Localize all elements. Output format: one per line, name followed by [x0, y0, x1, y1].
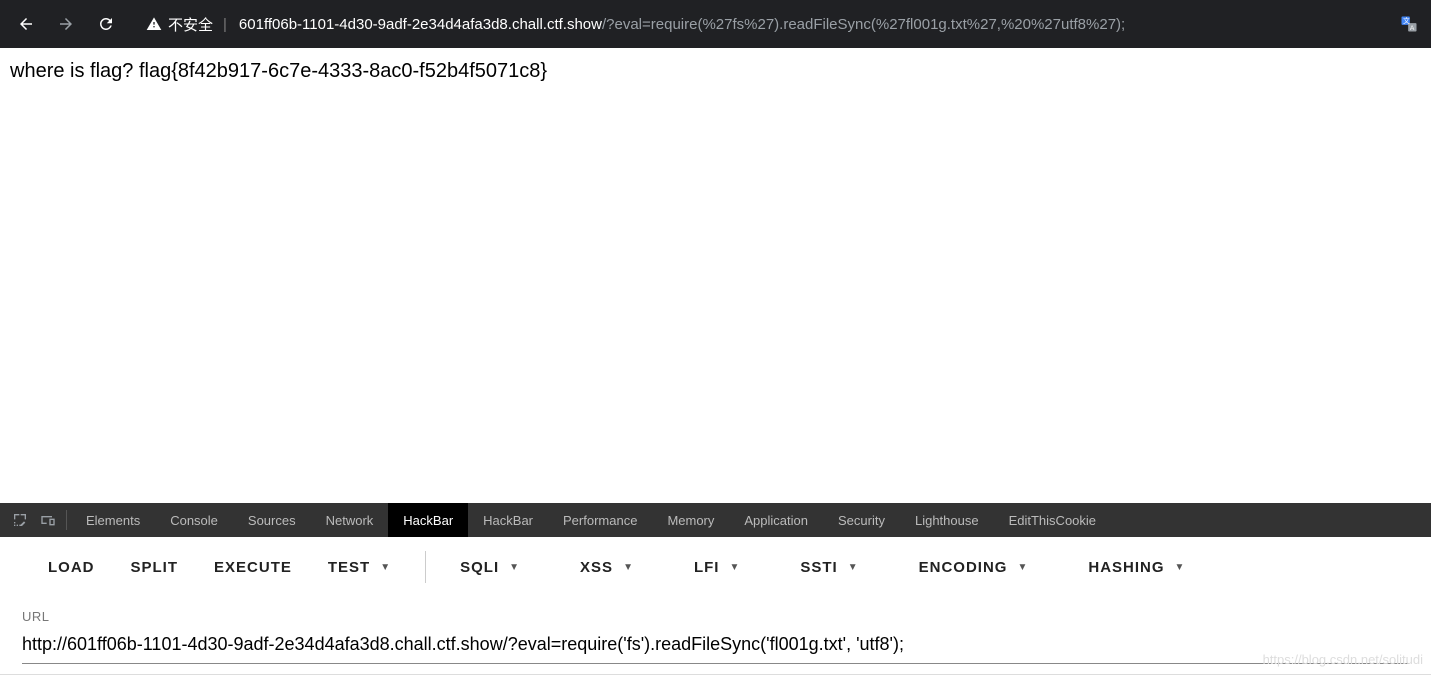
lfi-dropdown[interactable]: LFI▼ — [676, 547, 758, 587]
browser-address-bar: 不安全 | 601ff06b-1101-4d30-9adf-2e34d4afa3… — [0, 0, 1431, 48]
watermark: https://blog.csdn.net/solitudi — [1263, 652, 1423, 667]
encoding-dropdown[interactable]: ENCODING▼ — [901, 547, 1047, 587]
page-body-text: where is flag? flag{8f42b917-6c7e-4333-8… — [10, 60, 547, 82]
hackbar-panel: LOAD SPLIT EXECUTE TEST▼ SQLI▼ XSS▼ LFI▼… — [0, 537, 1431, 675]
devtools-panel: Elements Console Sources Network HackBar… — [0, 503, 1431, 675]
xss-dropdown[interactable]: XSS▼ — [562, 547, 652, 587]
reload-button[interactable] — [88, 6, 124, 42]
url-input[interactable] — [22, 628, 1409, 664]
back-button[interactable] — [8, 6, 44, 42]
device-icon — [40, 512, 56, 528]
tab-network[interactable]: Network — [311, 503, 389, 537]
tab-sources[interactable]: Sources — [233, 503, 311, 537]
sqli-dropdown[interactable]: SQLI▼ — [442, 547, 538, 587]
hackbar-url-section: URL — [0, 597, 1431, 674]
warning-icon — [146, 16, 162, 32]
device-toggle-button[interactable] — [34, 503, 62, 537]
tab-performance[interactable]: Performance — [548, 503, 652, 537]
ssti-dropdown[interactable]: SSTI▼ — [782, 547, 876, 587]
tab-memory[interactable]: Memory — [652, 503, 729, 537]
inspect-button[interactable] — [6, 503, 34, 537]
tab-console[interactable]: Console — [155, 503, 233, 537]
caret-down-icon: ▼ — [1017, 562, 1028, 573]
tab-security[interactable]: Security — [823, 503, 900, 537]
tab-application[interactable]: Application — [729, 503, 823, 537]
separator — [66, 510, 67, 530]
caret-down-icon: ▼ — [1175, 562, 1186, 573]
hashing-dropdown[interactable]: HASHING▼ — [1070, 547, 1203, 587]
hackbar-toolbar: LOAD SPLIT EXECUTE TEST▼ SQLI▼ XSS▼ LFI▼… — [0, 537, 1431, 597]
caret-down-icon: ▼ — [380, 562, 391, 573]
arrow-left-icon — [17, 15, 35, 33]
inspect-icon — [12, 512, 28, 528]
separator — [425, 551, 426, 583]
arrow-right-icon — [57, 15, 75, 33]
page-content: where is flag? flag{8f42b917-6c7e-4333-8… — [0, 48, 1431, 472]
tab-hackbar[interactable]: HackBar — [388, 503, 468, 537]
caret-down-icon: ▼ — [729, 562, 740, 573]
svg-text:文: 文 — [1403, 16, 1410, 25]
insecure-label: 不安全 — [168, 14, 213, 35]
translate-icon: 文A — [1399, 14, 1419, 34]
tab-editthiscookie[interactable]: EditThisCookie — [994, 503, 1111, 537]
separator: | — [223, 16, 227, 33]
caret-down-icon: ▼ — [623, 562, 634, 573]
insecure-badge: 不安全 | — [146, 14, 231, 35]
reload-icon — [97, 15, 115, 33]
translate-button[interactable]: 文A — [1395, 10, 1423, 38]
tab-hackbar-2[interactable]: HackBar — [468, 503, 548, 537]
svg-text:A: A — [1410, 25, 1415, 32]
url-bar[interactable]: 不安全 | 601ff06b-1101-4d30-9adf-2e34d4afa3… — [136, 9, 1379, 39]
split-button[interactable]: SPLIT — [113, 547, 197, 587]
tab-lighthouse[interactable]: Lighthouse — [900, 503, 994, 537]
url-path: /?eval=require(%27fs%27).readFileSync(%2… — [602, 16, 1125, 33]
devtools-tabbar: Elements Console Sources Network HackBar… — [0, 503, 1431, 537]
caret-down-icon: ▼ — [509, 562, 520, 573]
test-dropdown[interactable]: TEST▼ — [310, 547, 409, 587]
url-label: URL — [22, 609, 1409, 624]
forward-button[interactable] — [48, 6, 84, 42]
load-button[interactable]: LOAD — [30, 547, 113, 587]
url-domain: 601ff06b-1101-4d30-9adf-2e34d4afa3d8.cha… — [239, 16, 602, 33]
execute-button[interactable]: EXECUTE — [196, 547, 310, 587]
tab-elements[interactable]: Elements — [71, 503, 155, 537]
caret-down-icon: ▼ — [848, 562, 859, 573]
url-text: 601ff06b-1101-4d30-9adf-2e34d4afa3d8.cha… — [239, 16, 1125, 33]
